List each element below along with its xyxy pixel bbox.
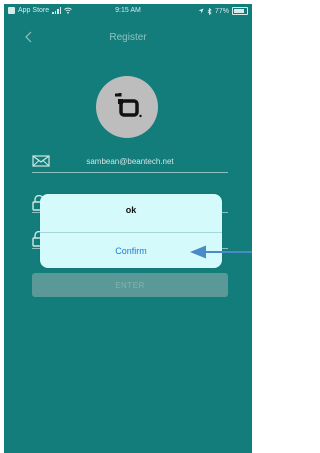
bluetooth-icon xyxy=(207,7,212,15)
email-field[interactable]: sambean@beantech.net xyxy=(32,154,228,173)
battery-icon xyxy=(232,7,248,15)
status-bar: App Store 9:15 AM 77% xyxy=(4,4,252,18)
page-title: Register xyxy=(109,32,147,43)
location-icon xyxy=(198,8,204,14)
email-value: sambean@beantech.net xyxy=(86,157,174,166)
avatar[interactable] xyxy=(96,76,158,138)
battery-percent: 77% xyxy=(214,7,229,15)
status-right: 77% xyxy=(198,7,248,15)
dialog-message: ok xyxy=(125,205,137,215)
app-screen: App Store 9:15 AM 77% Register sambean@b… xyxy=(4,4,252,453)
brand-logo-icon xyxy=(115,93,142,118)
pointer-arrow-icon xyxy=(190,245,252,259)
navigation-bar: Register xyxy=(4,28,252,48)
enter-button[interactable]: ENTER xyxy=(32,273,228,297)
